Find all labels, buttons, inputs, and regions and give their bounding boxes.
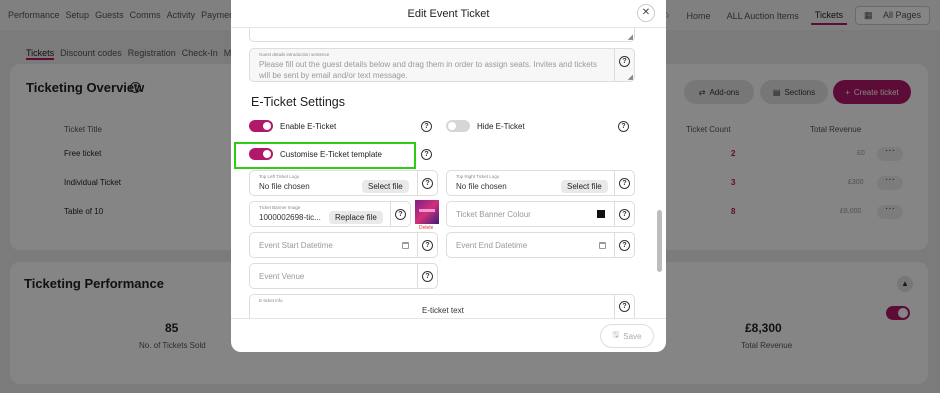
modal-footer: 🖫 Save — [231, 318, 666, 352]
help-icon[interactable]: ? — [619, 301, 630, 312]
banner-thumbnail — [415, 200, 439, 224]
top-right-logo-label: Top Right Ticket Logo — [456, 174, 500, 179]
help-icon[interactable]: ? — [422, 271, 433, 282]
help-icon[interactable]: ? — [421, 121, 432, 132]
top-right-logo-field[interactable]: Top Right Ticket Logo No file chosen Sel… — [446, 170, 635, 196]
banner-image-label: Ticket Banner Image — [259, 205, 301, 210]
event-start-datetime-field[interactable]: Event Start Datetime ? — [249, 232, 438, 258]
hide-eticket-label: Hide E-Ticket — [477, 122, 525, 131]
top-right-logo-value: No file chosen — [456, 182, 507, 191]
help-icon[interactable]: ? — [619, 178, 630, 189]
help-icon[interactable]: ? — [421, 149, 432, 160]
guest-intro-label: Guest details introduction sentence — [259, 52, 330, 57]
help-icon[interactable]: ? — [422, 240, 433, 251]
previous-textarea[interactable]: ◢ — [249, 28, 635, 42]
enable-eticket-label: Enable E-Ticket — [280, 122, 337, 131]
edit-event-ticket-modal: Edit Event Ticket ✕ ◢ Guest details intr… — [231, 0, 666, 352]
guest-intro-placeholder: Please fill out the guest details below … — [259, 60, 597, 80]
colour-swatch[interactable] — [597, 210, 605, 218]
save-button[interactable]: 🖫 Save — [600, 324, 654, 348]
modal-scrollbar[interactable] — [657, 210, 662, 272]
top-left-logo-label: Top Left Ticket Logo — [259, 174, 300, 179]
resize-handle-icon[interactable]: ◢ — [628, 73, 633, 81]
top-right-logo-select-button[interactable]: Select file — [561, 180, 608, 193]
banner-colour-placeholder: Ticket Banner Colour — [456, 210, 531, 219]
close-icon[interactable]: ✕ — [637, 4, 655, 22]
toggle-knob — [263, 122, 271, 130]
customise-template-label: Customise E-Ticket template — [280, 150, 382, 159]
calendar-icon[interactable] — [402, 242, 409, 249]
help-icon[interactable]: ? — [619, 209, 630, 220]
enable-eticket-toggle[interactable] — [249, 120, 273, 132]
help-icon[interactable]: ? — [619, 56, 630, 67]
event-venue-placeholder: Event Venue — [259, 272, 305, 281]
calendar-icon[interactable] — [599, 242, 606, 249]
help-icon[interactable]: ? — [422, 178, 433, 189]
top-left-logo-value: No file chosen — [259, 182, 310, 191]
guest-intro-textarea[interactable]: Guest details introduction sentence Plea… — [249, 48, 635, 82]
event-end-placeholder: Event End Datetime — [456, 241, 528, 250]
eticket-settings-title: E-Ticket Settings — [251, 95, 346, 109]
toggle-knob — [263, 150, 271, 158]
event-end-datetime-field[interactable]: Event End Datetime ? — [446, 232, 635, 258]
toggle-knob — [448, 122, 456, 130]
eticket-info-label: E-ticket info — [259, 298, 283, 303]
help-icon[interactable]: ? — [619, 240, 630, 251]
banner-image-value: 1000002698-tic... — [259, 213, 321, 222]
banner-delete-link[interactable]: Delete — [419, 225, 433, 231]
customise-template-toggle[interactable] — [249, 148, 273, 160]
top-left-logo-field[interactable]: Top Left Ticket Logo No file chosen Sele… — [249, 170, 438, 196]
save-label: Save — [623, 331, 642, 341]
save-icon: 🖫 — [612, 330, 620, 339]
event-start-placeholder: Event Start Datetime — [259, 241, 333, 250]
eticket-info-field[interactable]: E-ticket info E-ticket text ? — [249, 294, 635, 318]
banner-image-field[interactable]: Ticket Banner Image 1000002698-tic... Re… — [249, 201, 411, 227]
banner-colour-field[interactable]: Ticket Banner Colour ? — [446, 201, 635, 227]
modal-body: ◢ Guest details introduction sentence Pl… — [231, 28, 666, 318]
hide-eticket-toggle[interactable] — [446, 120, 470, 132]
eticket-info-value: E-ticket text — [422, 306, 464, 315]
help-icon[interactable]: ? — [395, 209, 406, 220]
help-icon[interactable]: ? — [618, 121, 629, 132]
top-left-logo-select-button[interactable]: Select file — [362, 180, 409, 193]
resize-handle-icon[interactable]: ◢ — [628, 33, 633, 41]
event-venue-field[interactable]: Event Venue ? — [249, 263, 438, 289]
modal-title: Edit Event Ticket — [407, 8, 490, 20]
modal-header: Edit Event Ticket ✕ — [231, 0, 666, 28]
banner-image-replace-button[interactable]: Replace file — [329, 211, 383, 224]
